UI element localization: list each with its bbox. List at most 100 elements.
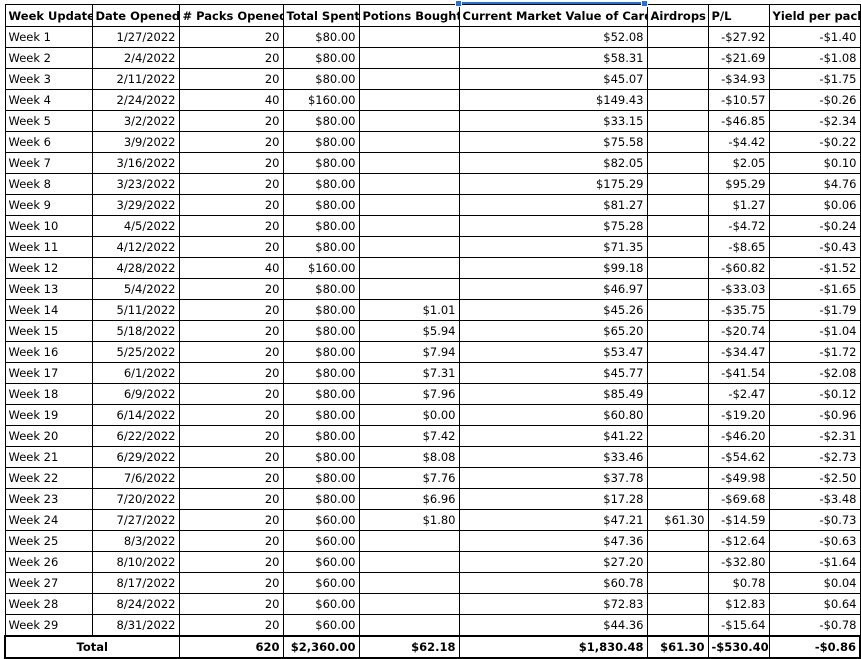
table-cell[interactable]: -$10.57	[707, 89, 770, 111]
table-cell[interactable]: $47.36	[458, 530, 648, 552]
table-cell[interactable]: $7.96	[358, 383, 460, 405]
table-cell[interactable]: -$34.47	[707, 341, 770, 363]
table-cell[interactable]: 20	[178, 299, 284, 321]
table-cell[interactable]: Week 21	[4, 446, 93, 468]
table-cell[interactable]: $80.00	[282, 47, 360, 69]
selection-handle-right[interactable]	[641, 0, 648, 7]
table-cell[interactable]: $80.00	[282, 488, 360, 510]
table-cell[interactable]: $5.94	[358, 320, 460, 342]
table-cell[interactable]	[646, 215, 709, 237]
table-cell[interactable]	[358, 152, 460, 174]
table-cell[interactable]: $61.30	[646, 509, 709, 531]
table-cell[interactable]: Week 8	[4, 173, 93, 195]
table-cell[interactable]: 8/24/2022	[91, 593, 180, 615]
table-cell[interactable]: $0.06	[768, 194, 861, 216]
table-cell[interactable]: -$20.74	[707, 320, 770, 342]
table-cell[interactable]: -$69.68	[707, 488, 770, 510]
table-cell[interactable]: Week 17	[4, 362, 93, 384]
table-cell[interactable]: 20	[178, 26, 284, 48]
column-header[interactable]: Airdrops	[646, 4, 709, 27]
table-cell[interactable]: -$54.62	[707, 446, 770, 468]
table-cell[interactable]: $44.36	[458, 614, 648, 637]
table-cell[interactable]: Week 4	[4, 89, 93, 111]
table-cell[interactable]: -$33.03	[707, 278, 770, 300]
table-cell[interactable]: $75.28	[458, 215, 648, 237]
column-header[interactable]: Yield per pack	[768, 4, 861, 27]
table-cell[interactable]: -$21.69	[707, 47, 770, 69]
table-cell[interactable]: 20	[178, 383, 284, 405]
table-cell[interactable]: $80.00	[282, 362, 360, 384]
table-cell[interactable]: $80.00	[282, 341, 360, 363]
table-cell[interactable]	[646, 488, 709, 510]
table-cell[interactable]: $58.31	[458, 47, 648, 69]
table-cell[interactable]: $1.27	[707, 194, 770, 216]
table-cell[interactable]: 3/23/2022	[91, 173, 180, 195]
table-cell[interactable]: Week 27	[4, 572, 93, 594]
table-cell[interactable]: $45.07	[458, 68, 648, 90]
table-cell[interactable]: $0.64	[768, 593, 861, 615]
table-cell[interactable]: -$2.73	[768, 446, 861, 468]
table-cell[interactable]: $7.42	[358, 425, 460, 447]
table-cell[interactable]	[646, 572, 709, 594]
table-cell[interactable]: $60.00	[282, 551, 360, 573]
table-cell[interactable]: -$1.52	[768, 257, 861, 279]
table-cell[interactable]: 2/4/2022	[91, 47, 180, 69]
table-cell[interactable]: $12.83	[707, 593, 770, 615]
table-cell[interactable]: -$1.79	[768, 299, 861, 321]
table-cell[interactable]: -$0.12	[768, 383, 861, 405]
selection-handle-left[interactable]	[455, 0, 462, 7]
table-cell[interactable]: Week 6	[4, 131, 93, 153]
table-cell[interactable]: -$8.65	[707, 236, 770, 258]
total-cell[interactable]: $1,830.48	[458, 635, 648, 659]
table-cell[interactable]: 20	[178, 47, 284, 69]
table-cell[interactable]	[358, 278, 460, 300]
table-cell[interactable]	[646, 173, 709, 195]
table-cell[interactable]: -$0.24	[768, 215, 861, 237]
table-cell[interactable]: -$0.78	[768, 614, 861, 637]
table-cell[interactable]: $6.96	[358, 488, 460, 510]
total-cell[interactable]: $2,360.00	[282, 635, 360, 659]
table-cell[interactable]: 3/9/2022	[91, 131, 180, 153]
table-cell[interactable]	[646, 593, 709, 615]
table-cell[interactable]: $80.00	[282, 446, 360, 468]
table-cell[interactable]: -$0.22	[768, 131, 861, 153]
table-cell[interactable]: $82.05	[458, 152, 648, 174]
table-cell[interactable]: -$0.96	[768, 404, 861, 426]
table-cell[interactable]: $17.28	[458, 488, 648, 510]
table-cell[interactable]: -$15.64	[707, 614, 770, 637]
table-cell[interactable]	[358, 110, 460, 132]
table-cell[interactable]: $60.00	[282, 572, 360, 594]
column-header[interactable]: Current Market Value of Cards	[458, 4, 648, 27]
table-cell[interactable]: $149.43	[458, 89, 648, 111]
table-cell[interactable]: -$49.98	[707, 467, 770, 489]
table-cell[interactable]: 4/28/2022	[91, 257, 180, 279]
table-cell[interactable]	[646, 530, 709, 552]
table-cell[interactable]: $1.01	[358, 299, 460, 321]
table-cell[interactable]: Week 15	[4, 320, 93, 342]
table-cell[interactable]: -$2.47	[707, 383, 770, 405]
table-cell[interactable]: -$14.59	[707, 509, 770, 531]
table-cell[interactable]: $52.08	[458, 26, 648, 48]
table-cell[interactable]: $80.00	[282, 131, 360, 153]
table-cell[interactable]: $85.49	[458, 383, 648, 405]
table-cell[interactable]: -$1.04	[768, 320, 861, 342]
table-cell[interactable]: $80.00	[282, 320, 360, 342]
table-cell[interactable]	[646, 194, 709, 216]
table-cell[interactable]: Week 10	[4, 215, 93, 237]
table-cell[interactable]: 8/31/2022	[91, 614, 180, 637]
table-cell[interactable]	[646, 299, 709, 321]
table-cell[interactable]: 20	[178, 404, 284, 426]
table-cell[interactable]: 7/6/2022	[91, 467, 180, 489]
table-cell[interactable]: -$2.31	[768, 425, 861, 447]
table-cell[interactable]: Week 9	[4, 194, 93, 216]
table-cell[interactable]: $8.08	[358, 446, 460, 468]
table-cell[interactable]: $60.00	[282, 614, 360, 637]
table-cell[interactable]: $60.00	[282, 530, 360, 552]
table-cell[interactable]: -$1.64	[768, 551, 861, 573]
table-cell[interactable]: 40	[178, 257, 284, 279]
table-cell[interactable]: 20	[178, 68, 284, 90]
table-cell[interactable]: $4.76	[768, 173, 861, 195]
total-cell[interactable]: $62.18	[358, 635, 460, 659]
table-cell[interactable]: 20	[178, 320, 284, 342]
table-cell[interactable]: $95.29	[707, 173, 770, 195]
